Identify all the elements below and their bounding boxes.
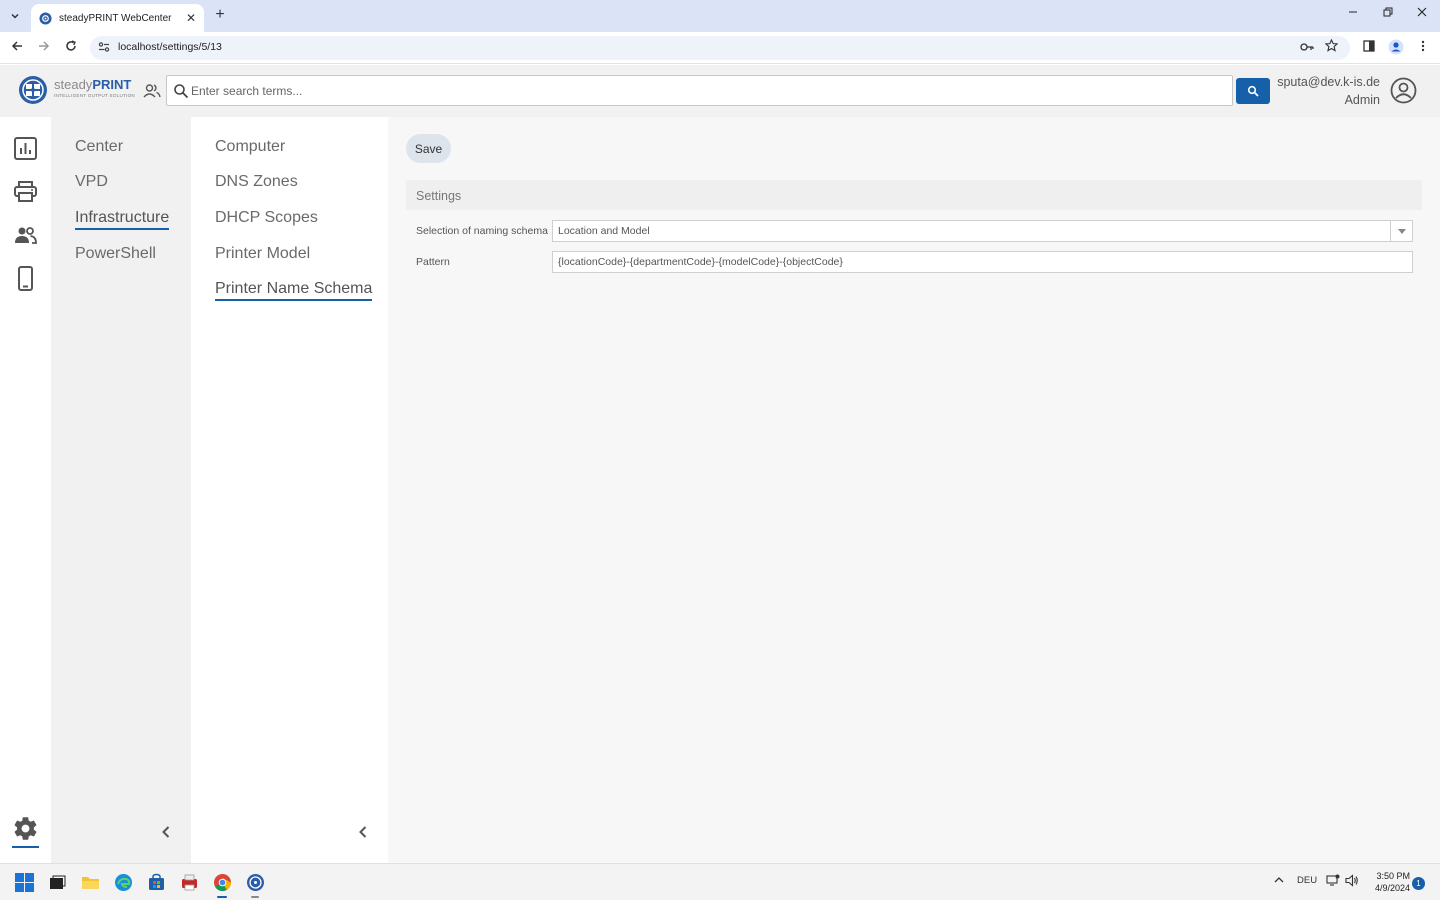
main-content: Save Settings Selection of naming schema… — [388, 117, 1440, 863]
collapse-nav1-chevron-icon[interactable] — [158, 824, 174, 840]
browser-menu-icon[interactable] — [1414, 39, 1432, 57]
profile-icon[interactable] — [1387, 39, 1405, 57]
user-role: Admin — [1344, 93, 1380, 107]
naming-schema-value: Location and Model — [558, 225, 650, 237]
restore-icon[interactable] — [1378, 6, 1398, 20]
save-button[interactable]: Save — [406, 134, 451, 163]
notification-badge[interactable]: 1 — [1412, 877, 1425, 890]
volume-icon[interactable] — [1345, 874, 1359, 890]
bookmark-star-icon[interactable] — [1322, 38, 1340, 57]
logo-wordmark: steadyPRINT — [54, 77, 132, 92]
minimize-icon[interactable] — [1343, 6, 1363, 20]
naming-schema-select[interactable]: Location and Model — [552, 220, 1413, 242]
subnav-dhcp-scopes[interactable]: DHCP Scopes — [215, 209, 318, 227]
mobile-device-icon[interactable] — [13, 266, 38, 291]
app-header: steadyPRINT INTELLIGENT OUTPUT SOLUTION … — [0, 65, 1440, 117]
side-panel-icon[interactable] — [1360, 39, 1378, 57]
file-explorer-icon[interactable] — [81, 873, 100, 892]
naming-schema-label: Selection of naming schema — [416, 225, 548, 237]
printer-icon[interactable] — [13, 179, 38, 204]
clock-time: 3:50 PM — [1376, 871, 1410, 881]
nav-vpd[interactable]: VPD — [75, 173, 108, 191]
tab-title: steadyPRINT WebCenter — [59, 12, 172, 24]
windows-taskbar: DEU 3:50 PM 4/9/2024 1 — [0, 863, 1440, 900]
close-window-icon[interactable] — [1412, 6, 1432, 20]
edge-browser-icon[interactable] — [114, 873, 133, 892]
account-circle-icon[interactable] — [1390, 77, 1417, 104]
forward-arrow-icon[interactable] — [35, 39, 53, 57]
subnav-computer[interactable]: Computer — [215, 138, 285, 156]
logo-tagline: INTELLIGENT OUTPUT SOLUTION — [54, 93, 135, 98]
icon-rail — [0, 117, 51, 863]
collapse-nav2-chevron-icon[interactable] — [355, 824, 371, 840]
new-tab-button[interactable]: + — [211, 6, 229, 24]
address-bar: localhost/settings/5/13 — [0, 32, 1440, 64]
nav-center[interactable]: Center — [75, 138, 123, 156]
browser-tab[interactable]: steadyPRINT WebCenter ✕ — [31, 4, 204, 32]
nav-infrastructure[interactable]: Infrastructure — [75, 209, 170, 230]
pattern-label: Pattern — [416, 256, 450, 268]
user-info: sputa@dev.k-is.de Admin — [1230, 73, 1380, 109]
url-field[interactable]: localhost/settings/5/13 — [90, 36, 1350, 60]
pattern-value: {locationCode}-{departmentCode}-{modelCo… — [558, 256, 843, 268]
tab-search-chevron-icon[interactable] — [6, 7, 24, 25]
url-text: localhost/settings/5/13 — [118, 41, 222, 53]
users-icon[interactable] — [13, 223, 38, 248]
close-tab-icon[interactable]: ✕ — [186, 11, 196, 25]
microsoft-store-icon[interactable] — [147, 873, 166, 892]
browser-tab-bar: steadyPRINT WebCenter ✕ + — [0, 0, 1440, 32]
search-icon — [174, 84, 189, 99]
site-info-icon[interactable] — [98, 41, 112, 55]
steadyprint-logo-icon — [19, 76, 47, 104]
reload-icon[interactable] — [62, 39, 80, 57]
dropdown-caret-icon[interactable] — [1390, 221, 1412, 241]
system-clock[interactable]: 3:50 PM 4/9/2024 — [1362, 870, 1410, 894]
settings-gear-icon[interactable] — [12, 815, 39, 842]
people-switch-icon[interactable] — [142, 81, 162, 101]
steadyprint-taskbar-icon[interactable] — [246, 873, 265, 892]
subnav-printer-model[interactable]: Printer Model — [215, 245, 310, 263]
subnav-dns-zones[interactable]: DNS Zones — [215, 173, 298, 191]
steadyprint-running-indicator — [251, 896, 259, 898]
windows-start-icon[interactable] — [15, 873, 34, 892]
input-language[interactable]: DEU — [1297, 875, 1317, 886]
settings-panel-header: Settings — [406, 180, 1422, 210]
password-key-icon[interactable] — [1298, 39, 1316, 57]
printer-app-icon[interactable] — [180, 873, 199, 892]
global-search — [166, 75, 1233, 106]
settings-active-indicator — [12, 846, 39, 848]
steadyprint-favicon-icon — [39, 11, 52, 25]
nav-powershell[interactable]: PowerShell — [75, 245, 156, 263]
chrome-running-indicator — [217, 896, 227, 898]
user-email: sputa@dev.k-is.de — [1277, 75, 1380, 89]
back-arrow-icon[interactable] — [8, 39, 26, 57]
dashboard-chart-icon[interactable] — [13, 136, 38, 161]
chrome-icon[interactable] — [213, 873, 232, 892]
task-view-icon[interactable] — [48, 873, 67, 892]
subnav-printer-name-schema[interactable]: Printer Name Schema — [215, 280, 373, 301]
clock-date: 4/9/2024 — [1374, 883, 1410, 893]
infrastructure-subnav: Computer DNS Zones DHCP Scopes Printer M… — [191, 117, 388, 863]
network-icon[interactable] — [1326, 874, 1340, 890]
steadyprint-logo[interactable]: steadyPRINT INTELLIGENT OUTPUT SOLUTION — [18, 75, 138, 107]
tray-overflow-chevron-icon[interactable] — [1273, 874, 1285, 889]
settings-category-nav: Center VPD Infrastructure PowerShell — [51, 117, 191, 863]
pattern-field[interactable]: {locationCode}-{departmentCode}-{modelCo… — [552, 251, 1413, 273]
search-input[interactable] — [191, 80, 1221, 102]
